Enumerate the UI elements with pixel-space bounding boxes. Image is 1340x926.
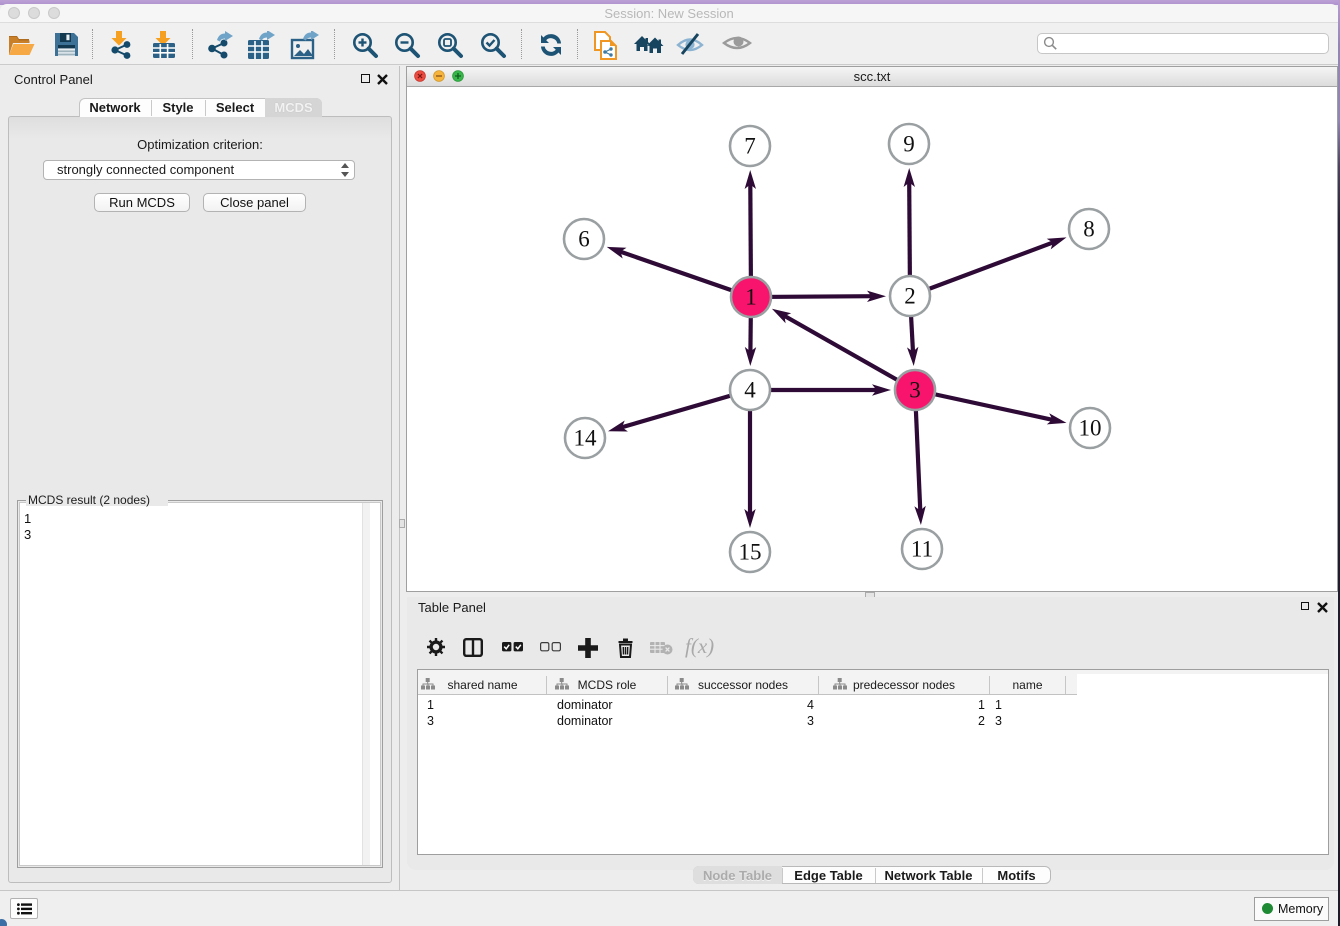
svg-text:10: 10: [1079, 416, 1102, 441]
svg-text:9: 9: [903, 132, 915, 157]
svg-text:6: 6: [578, 227, 590, 252]
svg-text:2: 2: [904, 284, 916, 309]
svg-text:4: 4: [744, 378, 756, 403]
svg-text:3: 3: [909, 378, 921, 403]
svg-text:15: 15: [739, 540, 762, 565]
svg-text:1: 1: [745, 285, 757, 310]
svg-text:8: 8: [1083, 217, 1095, 242]
svg-text:11: 11: [911, 537, 933, 562]
svg-text:7: 7: [744, 134, 756, 159]
svg-text:14: 14: [574, 426, 598, 451]
